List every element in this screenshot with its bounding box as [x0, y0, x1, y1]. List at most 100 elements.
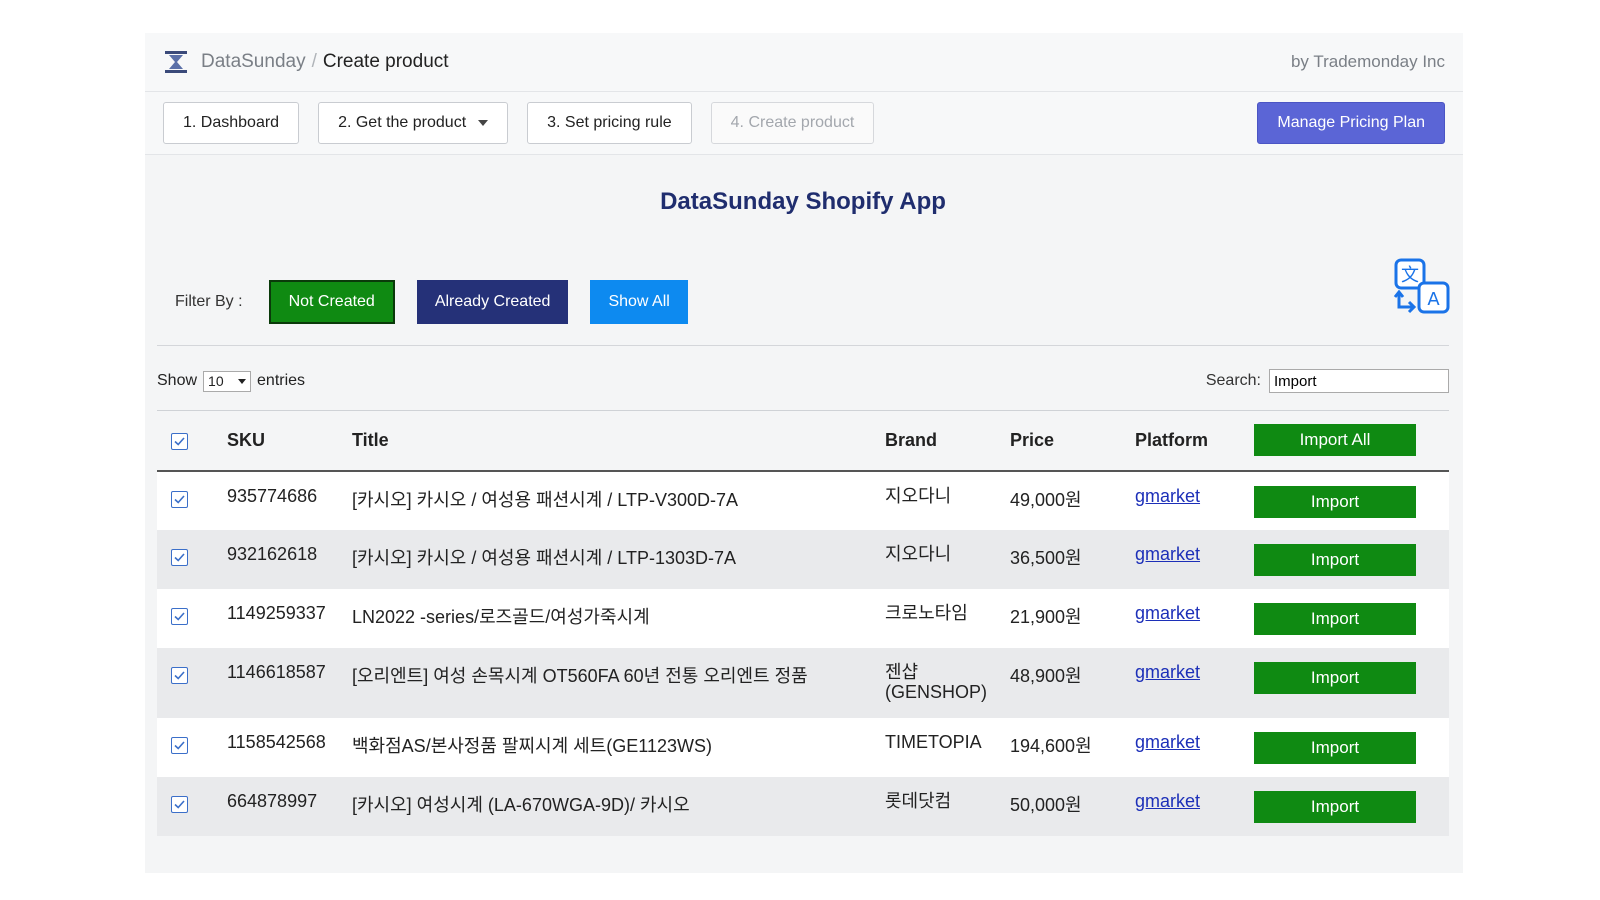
table-body: 935774686 [카시오] 카시오 / 여성용 패션시계 / LTP-V300… — [157, 470, 1449, 836]
header-brand[interactable]: Brand — [884, 411, 1009, 471]
row-checkbox-cell — [157, 777, 226, 836]
row-sku: 664878997 — [227, 790, 318, 811]
row-import-button[interactable]: Import — [1254, 661, 1416, 694]
check-icon — [174, 740, 185, 750]
datasunday-logo-icon — [163, 49, 189, 75]
row-platform-cell: gmarket — [1134, 530, 1253, 589]
row-platform-link[interactable]: gmarket — [1135, 544, 1200, 564]
row-price: 21,900원 — [1010, 606, 1082, 627]
step-pricing-rule-label: 3. Set pricing rule — [547, 114, 672, 131]
import-all-button[interactable]: Import All — [1254, 424, 1416, 457]
row-import-cell: Import — [1253, 648, 1449, 718]
check-icon — [174, 799, 185, 809]
filter-already-created-button[interactable]: Already Created — [416, 280, 569, 324]
step-get-product-label: 2. Get the product — [338, 114, 467, 131]
table-row: 1158542568 백화점AS/본사정품 팔찌시계 세트(GE1123WS) TI… — [157, 717, 1449, 777]
row-brand: 지오다니 — [885, 485, 952, 506]
header-platform[interactable]: Platform — [1134, 411, 1253, 471]
row-checkbox[interactable] — [171, 666, 188, 684]
row-checkbox-cell — [157, 648, 226, 718]
top-bar: DataSunday / Create product by Trademond… — [145, 33, 1463, 92]
row-sku: 1158542568 — [227, 731, 326, 752]
header-title[interactable]: Title — [351, 411, 884, 471]
select-all-cell — [157, 411, 226, 471]
row-checkbox-cell — [157, 589, 226, 648]
row-checkbox[interactable] — [171, 607, 188, 625]
row-price: 194,600원 — [1010, 735, 1092, 756]
row-checkbox[interactable] — [171, 490, 188, 508]
step-pricing-rule-button[interactable]: 3. Set pricing rule — [527, 102, 692, 144]
row-brand: 지오다니 — [885, 543, 952, 564]
step-create-product-label: 4. Create product — [730, 114, 855, 131]
main-content: DataSunday Shopify App 文 A Filter By : N… — [145, 187, 1463, 836]
row-sku: 935774686 — [227, 485, 318, 506]
breadcrumb-current: Create product — [322, 51, 449, 72]
row-sku: 1149259337 — [227, 602, 326, 623]
row-sku: 932162618 — [227, 543, 318, 564]
row-title: 백화점AS/본사정품 팔찌시계 세트(GE1123WS) — [352, 735, 712, 756]
check-icon — [174, 670, 185, 680]
row-brand: 롯데닷컴 — [885, 790, 952, 811]
search-input[interactable] — [1269, 369, 1449, 393]
row-brand: 크로노타임 — [885, 602, 968, 623]
row-checkbox[interactable] — [171, 795, 188, 813]
manage-pricing-plan-button[interactable]: Manage Pricing Plan — [1257, 102, 1445, 144]
row-checkbox-cell — [157, 471, 226, 530]
app-window: DataSunday / Create product by Trademond… — [145, 33, 1463, 873]
row-checkbox[interactable] — [171, 736, 188, 754]
entries-select[interactable]: 10 — [203, 370, 252, 392]
select-all-checkbox[interactable] — [171, 432, 188, 450]
row-import-button[interactable]: Import — [1254, 790, 1416, 823]
step-get-product-button[interactable]: 2. Get the product — [318, 102, 509, 144]
row-import-button[interactable]: Import — [1254, 731, 1416, 764]
row-import-cell: Import — [1253, 471, 1449, 530]
row-platform-cell: gmarket — [1134, 777, 1253, 836]
translate-icon[interactable]: 文 A — [1393, 257, 1451, 315]
table-header-row: SKU Title Brand Price Platform Import Al… — [157, 410, 1449, 471]
row-price: 50,000원 — [1010, 794, 1082, 815]
row-import-cell: Import — [1253, 718, 1449, 777]
products-table: SKU Title Brand Price Platform Import Al… — [157, 410, 1449, 836]
row-platform-link[interactable]: gmarket — [1135, 791, 1200, 811]
row-platform-link[interactable]: gmarket — [1135, 732, 1200, 752]
row-title: [카시오] 카시오 / 여성용 패션시계 / LTP-1303D-7A — [352, 547, 737, 568]
row-import-cell: Import — [1253, 589, 1449, 648]
row-import-button[interactable]: Import — [1254, 485, 1416, 518]
table-controls: Show 10 entries Search: — [157, 364, 1449, 398]
divider — [157, 345, 1449, 346]
search-wrap: Search: — [1206, 369, 1449, 393]
row-import-button[interactable]: Import — [1254, 602, 1416, 635]
row-platform-link[interactable]: gmarket — [1135, 486, 1200, 506]
row-checkbox[interactable] — [171, 548, 188, 566]
row-title: LN2022 -series/로즈골드/여성가죽시계 — [352, 606, 650, 627]
filter-not-created-button[interactable]: Not Created — [268, 280, 395, 324]
row-brand: TIMETOPIA — [885, 731, 982, 752]
check-icon — [174, 437, 185, 446]
check-icon — [174, 494, 185, 504]
step-dashboard-label: 1. Dashboard — [183, 114, 280, 131]
entries-label: entries — [257, 372, 306, 389]
row-platform-link[interactable]: gmarket — [1135, 662, 1200, 682]
table-row: 1146618587 [오리엔트] 여성 손목시계 OT560FA 60년 전통 … — [157, 647, 1449, 718]
header-price[interactable]: Price — [1009, 411, 1134, 471]
row-title: [카시오] 여성시계 (LA-670WGA-9D)/ 카시오 — [352, 794, 690, 815]
step-create-product-button[interactable]: 4. Create product — [710, 102, 875, 144]
page-title: DataSunday Shopify App — [660, 188, 946, 215]
header-sku[interactable]: SKU — [226, 411, 351, 471]
row-title: [카시오] 카시오 / 여성용 패션시계 / LTP-V300D-7A — [352, 489, 739, 510]
header-import-all-cell: Import All — [1253, 411, 1449, 471]
table-row: 664878997 [카시오] 여성시계 (LA-670WGA-9D)/ 카시오 롯… — [157, 776, 1449, 836]
row-platform-cell: gmarket — [1134, 648, 1253, 718]
row-platform-cell: gmarket — [1134, 718, 1253, 777]
row-title: [오리엔트] 여성 손목시계 OT560FA 60년 전통 오리엔트 정품 — [352, 665, 808, 686]
filter-show-all-button[interactable]: Show All — [590, 280, 688, 324]
row-platform-cell: gmarket — [1134, 471, 1253, 530]
row-import-button[interactable]: Import — [1254, 543, 1416, 576]
row-sku: 1146618587 — [227, 661, 326, 682]
breadcrumb-root[interactable]: DataSunday — [201, 51, 306, 73]
search-label: Search: — [1205, 372, 1261, 389]
step-dashboard-button[interactable]: 1. Dashboard — [163, 102, 300, 144]
row-price: 49,000원 — [1010, 489, 1082, 510]
filter-label: Filter By : — [175, 293, 243, 310]
row-platform-link[interactable]: gmarket — [1135, 603, 1200, 623]
